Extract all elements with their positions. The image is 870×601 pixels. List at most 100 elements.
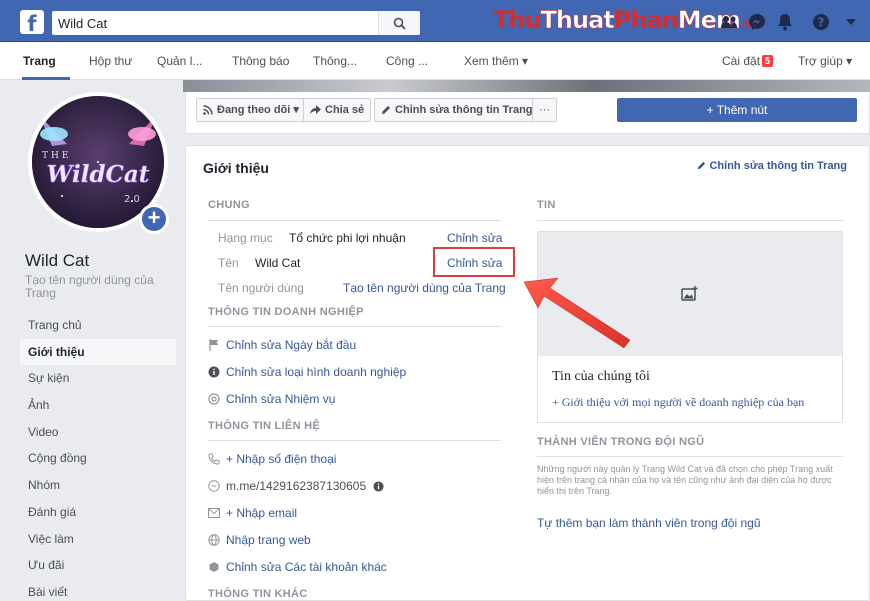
divider — [208, 220, 501, 221]
accounts-icon — [208, 561, 220, 573]
divider — [537, 220, 843, 221]
notifications-icon[interactable] — [774, 12, 796, 32]
target-icon — [208, 393, 220, 405]
messenger-row[interactable]: m.me/1429162387130605 — [208, 479, 384, 493]
website-link: Nhập trang web — [226, 533, 311, 547]
nav-tab-notifications[interactable]: Thông báo — [232, 54, 289, 68]
settings-badge: 5 — [762, 55, 774, 67]
about-card: Giới thiệu Chỉnh sửa thông tin Trang CHU… — [185, 145, 870, 601]
following-label: Đang theo dõi ▾ — [217, 104, 299, 116]
following-button[interactable]: Đang theo dõi ▾ — [196, 98, 306, 122]
mission-link: Chỉnh sửa Nhiệm vụ — [226, 392, 336, 406]
pencil-icon — [382, 106, 390, 114]
side-menu-offers[interactable]: Ưu đãi — [20, 552, 176, 579]
news-image-placeholder[interactable] — [538, 232, 842, 356]
about-title: Giới thiệu — [203, 160, 269, 176]
share-label: Chia sẻ — [325, 104, 365, 116]
edit-page-info-link-label: Chỉnh sửa thông tin Trang — [709, 160, 847, 172]
share-button[interactable]: Chia sẻ — [303, 98, 372, 122]
divider — [208, 440, 501, 441]
news-section-heading: TIN — [537, 199, 556, 211]
divider — [537, 456, 843, 457]
settings-label: Cài đặt — [722, 54, 761, 68]
facebook-logo[interactable]: f — [20, 10, 44, 34]
side-menu-jobs[interactable]: Việc làm — [20, 526, 176, 553]
website-row[interactable]: Nhập trang web — [208, 533, 311, 547]
category-edit-link[interactable]: Chỉnh sửa — [447, 231, 502, 245]
side-menu-about[interactable]: Giới thiệu — [20, 338, 176, 366]
highlight-box — [433, 247, 515, 277]
general-section-heading: CHUNG — [208, 199, 250, 211]
svg-text:?: ? — [818, 16, 825, 30]
edit-page-info-label: Chỉnh sửa thông tin Trang — [395, 104, 533, 116]
mission-row[interactable]: Chỉnh sửa Nhiệm vụ — [208, 392, 335, 406]
more-options-button[interactable]: ··· — [532, 98, 557, 122]
business-type-link: Chỉnh sửa loại hình doanh nghiệp — [226, 365, 407, 379]
create-username-link-about[interactable]: Tạo tên người dùng của Trang — [343, 281, 506, 295]
add-profile-picture-button[interactable]: + — [139, 204, 169, 234]
search-button[interactable] — [378, 11, 420, 35]
nav-tab-publishing[interactable]: Công ... — [386, 54, 428, 68]
rss-icon — [203, 105, 213, 115]
start-date-link: Chỉnh sửa Ngày bắt đầu — [226, 338, 357, 352]
side-menu-videos[interactable]: Video — [20, 419, 176, 446]
phone-icon — [208, 453, 220, 465]
nav-help[interactable]: Trợ giúp ▾ — [798, 54, 852, 68]
search-icon — [393, 17, 406, 30]
avatar-text-wildcat: WildCat — [47, 161, 150, 188]
share-icon — [310, 105, 321, 115]
other-accounts-link: Chỉnh sửa Các tài khoản khác — [226, 560, 387, 574]
business-type-row[interactable]: Chỉnh sửa loại hình doanh nghiệp — [208, 365, 406, 379]
start-date-row[interactable]: Chỉnh sửa Ngày bắt đầu — [208, 338, 356, 352]
flag-icon — [208, 339, 220, 351]
create-username-link[interactable]: Tạo tên người dùng của Trang — [25, 274, 175, 300]
envelope-icon — [208, 507, 220, 519]
search-box[interactable] — [52, 11, 420, 35]
category-value: Tổ chức phi lợi nhuận — [289, 231, 406, 245]
account-menu-icon[interactable] — [840, 12, 862, 32]
team-description: Những người này quản lý Trang Wild Cat v… — [537, 464, 833, 496]
side-menu-reviews[interactable]: Đánh giá — [20, 499, 176, 526]
page-name: Wild Cat — [25, 251, 90, 270]
side-menu-community[interactable]: Cộng đồng — [20, 445, 176, 472]
news-intro-link[interactable]: + Giới thiệu với mọi người về doanh nghi… — [552, 395, 804, 410]
business-section-heading: THÔNG TIN DOANH NGHIỆP — [208, 306, 364, 318]
side-menu-photos[interactable]: Ảnh — [20, 392, 176, 419]
avatar-text-year: 2 0 — [124, 194, 140, 205]
side-menu-groups[interactable]: Nhóm — [20, 472, 176, 499]
other-info-section-heading: THÔNG TIN KHÁC — [208, 588, 308, 600]
more-options-label: ··· — [539, 104, 550, 116]
nav-tab-insights[interactable]: Thông... — [313, 54, 357, 68]
nav-tab-inbox[interactable]: Hộp thư — [89, 54, 132, 68]
help-icon[interactable]: ? — [810, 12, 832, 32]
friends-icon[interactable] — [718, 12, 740, 32]
name-value: Wild Cat — [255, 256, 301, 270]
messenger-icon[interactable] — [746, 12, 768, 32]
other-accounts-row[interactable]: Chỉnh sửa Các tài khoản khác — [208, 560, 387, 574]
side-menu-events[interactable]: Sự kiện — [20, 365, 176, 392]
phone-row[interactable]: + Nhập số điện thoại — [208, 452, 336, 466]
nav-tab-manage[interactable]: Quản l... — [157, 54, 202, 68]
side-menu-posts[interactable]: Bài viết — [20, 579, 176, 601]
edit-page-info-link[interactable]: Chỉnh sửa thông tin Trang — [697, 160, 847, 172]
messenger-icon — [208, 480, 220, 492]
nav-tab-more[interactable]: Xem thêm ▾ — [464, 54, 528, 68]
edit-page-info-button[interactable]: Chỉnh sửa thông tin Trang — [374, 98, 540, 122]
category-label: Hạng mục — [218, 231, 273, 245]
side-menu-home[interactable]: Trang chủ — [20, 312, 176, 339]
search-input[interactable] — [52, 11, 372, 35]
nav-tab-page[interactable]: Trang — [23, 54, 56, 68]
add-self-to-team-link[interactable]: Tự thêm bạn làm thành viên trong đội ngũ — [537, 516, 761, 530]
email-row[interactable]: + Nhập email — [208, 506, 297, 520]
team-section-heading: THÀNH VIÊN TRONG ĐỘI NGŨ — [537, 436, 705, 448]
news-card[interactable]: Tin của chúng tôi + Giới thiệu với mọi n… — [537, 231, 843, 423]
name-label: Tên — [218, 256, 239, 270]
add-button-cta[interactable]: + Thêm nút — [617, 98, 857, 122]
divider — [208, 326, 501, 327]
info-icon — [208, 366, 220, 378]
messenger-link: m.me/1429162387130605 — [226, 479, 367, 493]
nav-settings[interactable]: Cài đặt 5 — [722, 54, 774, 68]
globe-icon — [208, 534, 220, 546]
cover-photo[interactable] — [183, 80, 870, 92]
page-nav-bar: Trang Hộp thư Quản l... Thông báo Thông.… — [0, 42, 870, 80]
